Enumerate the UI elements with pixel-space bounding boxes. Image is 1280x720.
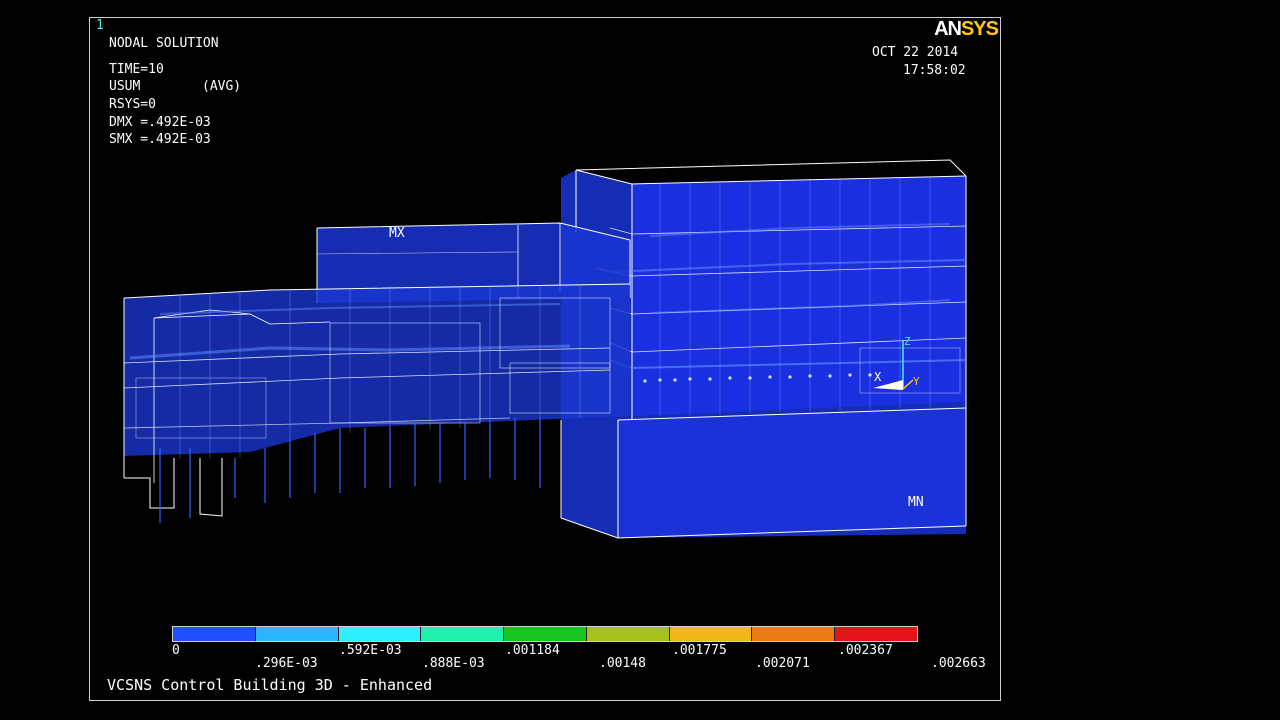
legend-color-segment-0: [173, 627, 256, 641]
triad-x-label: X: [874, 370, 882, 384]
legend-label-2: .592E-03: [339, 643, 402, 658]
triad-y-label: Y: [913, 375, 920, 388]
legend-label-9: .002663: [931, 656, 986, 671]
legend-color-segment-4: [504, 627, 587, 641]
model-viewport[interactable]: [90, 18, 1000, 618]
legend-color-segment-3: [421, 627, 505, 641]
legend-color-segment-7: [752, 627, 836, 641]
tall-block-lower-face: [618, 408, 966, 538]
contour-legend-bar: [172, 626, 918, 642]
legend-label-5: .00148: [599, 656, 646, 671]
left-wing-footing: [199, 458, 223, 517]
legend-color-segment-5: [586, 627, 670, 641]
legend-label-4: .001184: [505, 643, 560, 658]
legend-label-8: .002367: [838, 643, 893, 658]
legend-color-segment-8: [835, 627, 918, 641]
legend-label-7: .002071: [755, 656, 810, 671]
legend-label-1: .296E-03: [255, 656, 318, 671]
left-wing-footing: [124, 458, 175, 509]
legend-label-0: 0: [172, 643, 180, 658]
triad-z-label: Z: [904, 335, 911, 348]
legend-color-segment-6: [669, 627, 753, 641]
ansys-graphics-window[interactable]: 1 ANSYS NODAL SOLUTION TIME=10 USUM (AVG…: [89, 17, 1001, 701]
min-marker-label: MN: [908, 495, 924, 510]
max-marker-label: MX: [389, 226, 405, 241]
legend-label-6: .001775: [672, 643, 727, 658]
model-title: VCSNS Control Building 3D - Enhanced: [107, 676, 433, 694]
legend-color-segment-1: [255, 627, 339, 641]
left-wing-block: [123, 283, 631, 523]
legend-label-3: .888E-03: [422, 656, 485, 671]
left-wing-fill: [124, 284, 630, 456]
tall-block-roof-edge: [575, 159, 967, 177]
legend-color-segment-2: [338, 627, 422, 641]
